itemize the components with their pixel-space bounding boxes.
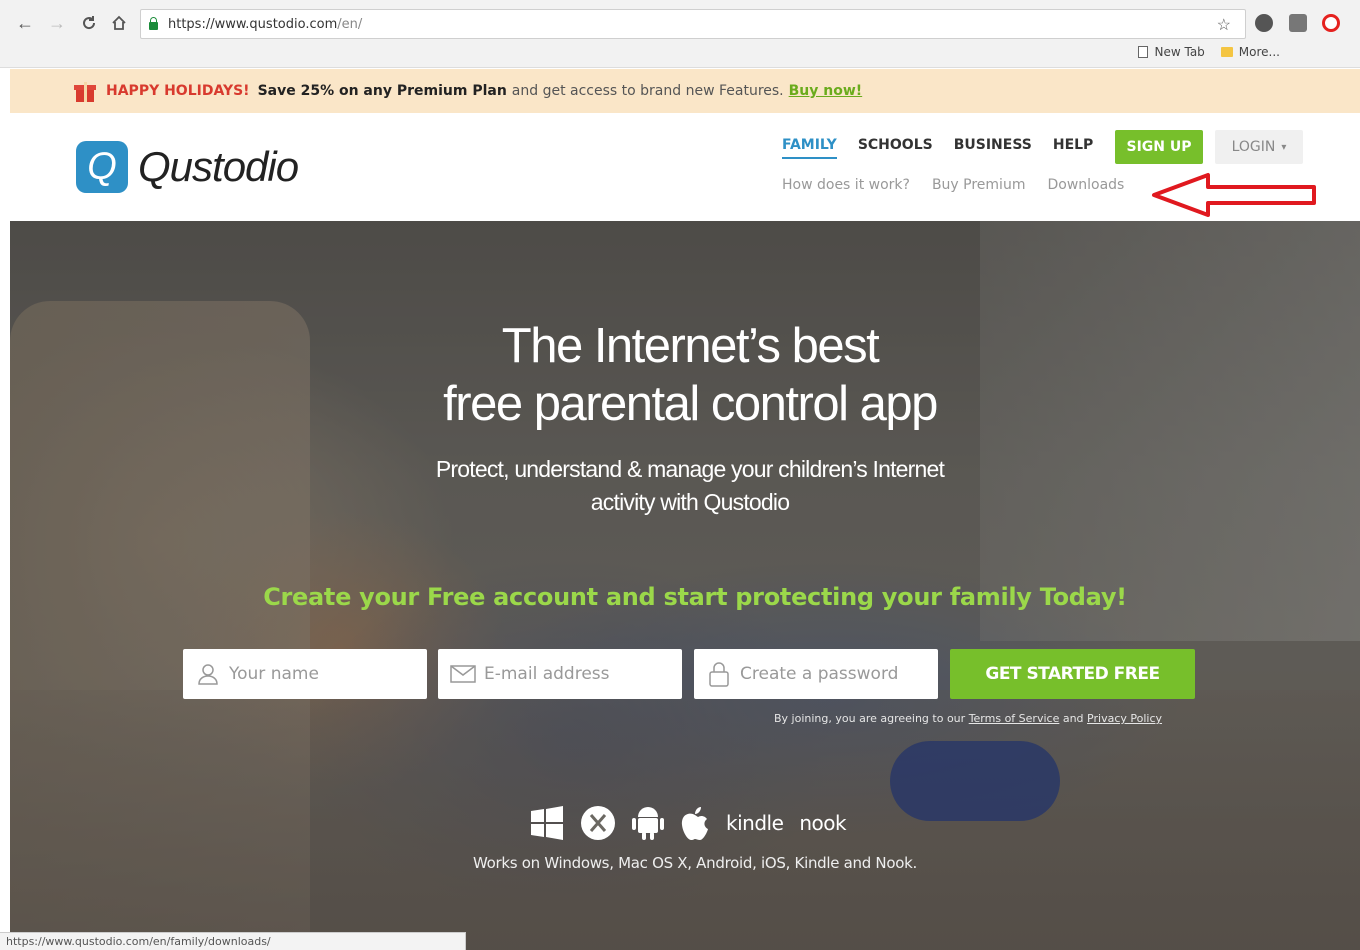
extension-square-icon[interactable] xyxy=(1289,14,1307,32)
terms-notice: By joining, you are agreeing to our Term… xyxy=(774,712,1163,725)
promo-headline: HAPPY HOLIDAYS! xyxy=(106,83,250,99)
android-icon xyxy=(632,807,664,840)
envelope-icon xyxy=(450,661,476,687)
terms-link[interactable]: Terms of Service xyxy=(969,712,1060,725)
url-text: https://www.qustodio.com/en/ xyxy=(168,16,363,32)
lock-icon xyxy=(149,17,158,30)
logo-text: Qustodio xyxy=(138,143,299,190)
apple-icon xyxy=(681,807,708,840)
subnav-buy-premium[interactable]: Buy Premium xyxy=(932,177,1026,193)
chevron-down-icon: ▾ xyxy=(1281,141,1287,153)
password-input[interactable] xyxy=(740,664,930,684)
main-nav: FAMILY SCHOOLS BUSINESS HELP xyxy=(782,137,1093,159)
page-icon xyxy=(1138,46,1149,58)
hero-subtitle: Protect, understand & manage your childr… xyxy=(435,456,945,515)
bookmark-star-icon[interactable]: ☆ xyxy=(1217,15,1231,35)
promo-bar: HAPPY HOLIDAYS! Save 25% on any Premium … xyxy=(10,69,1360,113)
sub-nav: How does it work? Buy Premium Downloads xyxy=(782,177,1124,193)
name-input[interactable] xyxy=(229,664,419,684)
email-field[interactable] xyxy=(438,649,682,699)
subnav-how-it-works[interactable]: How does it work? xyxy=(782,177,910,193)
bookmarks-bar: New Tab More... xyxy=(1138,45,1280,59)
extension-icon[interactable] xyxy=(1255,14,1273,32)
privacy-link[interactable]: Privacy Policy xyxy=(1087,712,1162,725)
kindle-logo: kindle xyxy=(726,811,784,835)
browser-chrome: ← → https://www.qustodio.com/en/ ☆ New T… xyxy=(0,0,1360,68)
gift-icon xyxy=(74,80,96,102)
windows-icon xyxy=(531,806,563,840)
lock-icon xyxy=(706,661,732,687)
login-label: LOGIN xyxy=(1231,139,1276,155)
bookmark-more[interactable]: More... xyxy=(1220,45,1280,59)
qustodio-logo[interactable]: Q Qustodio xyxy=(76,141,299,193)
home-button[interactable] xyxy=(108,12,130,34)
promo-offer: Save 25% on any Premium Plan xyxy=(257,83,507,99)
promo-text: and get access to brand new Features. xyxy=(511,83,784,99)
sign-up-button[interactable]: SIGN UP xyxy=(1115,130,1203,164)
reload-icon xyxy=(83,16,96,30)
folder-icon xyxy=(1220,47,1233,57)
nook-logo: nook xyxy=(799,811,847,835)
bookmark-new-tab[interactable]: New Tab xyxy=(1138,45,1205,59)
address-bar[interactable]: https://www.qustodio.com/en/ ☆ xyxy=(140,9,1246,39)
home-icon xyxy=(112,15,126,30)
get-started-button[interactable]: GET STARTED FREE xyxy=(950,649,1195,699)
opera-icon[interactable] xyxy=(1322,14,1340,32)
subnav-downloads[interactable]: Downloads xyxy=(1047,177,1124,193)
login-button[interactable]: LOGIN ▾ xyxy=(1215,130,1303,164)
back-button[interactable]: ← xyxy=(14,12,36,34)
hero-section: The Internet’s best free parental contro… xyxy=(10,221,1360,950)
status-bar-url: https://www.qustodio.com/en/family/downl… xyxy=(0,932,466,950)
nav-business[interactable]: BUSINESS xyxy=(954,137,1032,159)
user-icon xyxy=(195,661,221,687)
buy-now-link[interactable]: Buy now! xyxy=(789,83,863,99)
nav-schools[interactable]: SCHOOLS xyxy=(858,137,933,159)
platform-icons: kindle nook xyxy=(530,805,847,841)
nav-help[interactable]: HELP xyxy=(1053,137,1093,159)
works-on-text: Works on Windows, Mac OS X, Android, iOS… xyxy=(473,854,917,872)
reload-button[interactable] xyxy=(78,12,100,34)
password-field[interactable] xyxy=(694,649,938,699)
name-field[interactable] xyxy=(183,649,427,699)
mac-os-x-icon xyxy=(581,806,615,840)
logo-mark: Q xyxy=(76,141,128,193)
site-header: Q Qustodio FAMILY SCHOOLS BUSINESS HELP … xyxy=(10,113,1360,221)
hero-title: The Internet’s best free parental contro… xyxy=(443,319,938,431)
forward-button[interactable]: → xyxy=(46,12,68,34)
annotation-arrow-icon xyxy=(1152,173,1316,217)
nav-family[interactable]: FAMILY xyxy=(782,137,837,159)
cta-heading: Create your Free account and start prote… xyxy=(263,583,1127,611)
email-input[interactable] xyxy=(484,664,674,684)
